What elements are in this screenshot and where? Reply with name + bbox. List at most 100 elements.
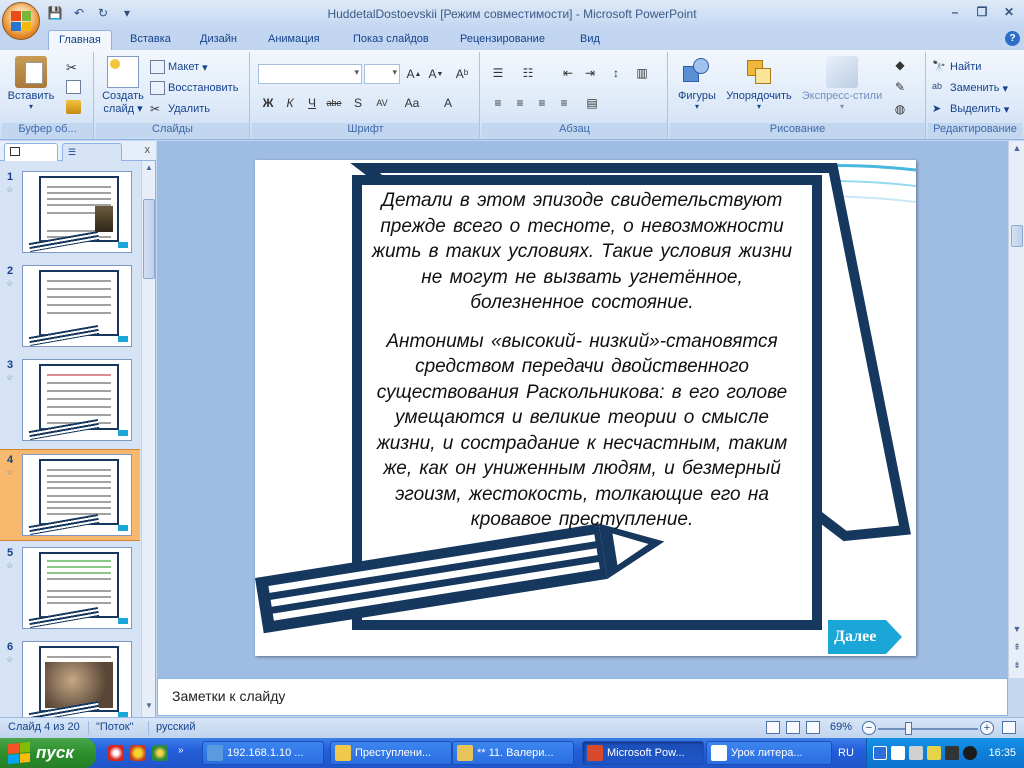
tray-display-icon[interactable]	[891, 746, 905, 760]
slide-body-text[interactable]: Детали в этом эпизоде свидетельствуют пр…	[367, 188, 797, 546]
slide-sorter-icon[interactable]	[786, 721, 800, 734]
scroll-up-icon[interactable]: ▲	[1010, 143, 1024, 157]
spacing-icon[interactable]: AV	[372, 94, 392, 112]
new-slide-button[interactable]: Создать слайд ▾	[98, 56, 148, 115]
find-button[interactable]: 🔭 Найти	[932, 58, 981, 76]
font-family-combo[interactable]	[258, 64, 362, 84]
columns-icon[interactable]: ▥	[632, 64, 652, 82]
minimize-icon[interactable]: –	[942, 3, 968, 21]
shadow-icon[interactable]: S	[348, 94, 368, 112]
slide-thumbnail[interactable]	[22, 547, 132, 629]
clear-format-icon[interactable]: Aᵇ	[452, 65, 472, 83]
slide-thumbnail-row[interactable]: 4 ☆	[0, 449, 140, 541]
increase-indent-icon[interactable]: ⇥	[580, 64, 600, 82]
zoom-out-icon[interactable]: −	[862, 721, 876, 735]
numbering-icon[interactable]: ☷	[518, 64, 538, 82]
delete-slide-button[interactable]: ✂ Удалить	[150, 100, 210, 118]
slide-thumbnail-row[interactable]: 3 ☆	[0, 355, 140, 447]
text-direction-icon[interactable]: ▤	[582, 94, 602, 112]
align-right-icon[interactable]: ≡	[532, 94, 552, 112]
slide-thumbnail-row[interactable]: 5 ☆	[0, 543, 140, 635]
tab-slideshow[interactable]: Показ слайдов	[343, 30, 439, 50]
decrease-indent-icon[interactable]: ⇤	[558, 64, 578, 82]
tab-home[interactable]: Главная	[48, 30, 112, 50]
keyboard-language[interactable]: RU	[838, 747, 854, 759]
shrink-font-icon[interactable]: A ▼	[426, 65, 446, 83]
next-slide-button[interactable]: Далее	[828, 620, 902, 654]
scroll-up-icon[interactable]: ▲	[143, 163, 155, 177]
tab-insert[interactable]: Вставка	[120, 30, 181, 50]
paste-button[interactable]: Вставить ▾	[6, 56, 56, 111]
cut-button[interactable]: ✂	[66, 58, 81, 76]
strikethrough-icon[interactable]: abe	[324, 94, 344, 112]
slide-thumbnail[interactable]	[22, 359, 132, 441]
quicklaunch-media-icon[interactable]	[130, 745, 146, 761]
slide-thumbnail[interactable]	[22, 641, 132, 723]
scroll-down-icon[interactable]: ▼	[143, 701, 155, 715]
slide-thumbnail[interactable]	[22, 454, 132, 536]
slide-scrollbar[interactable]: ▲ ▼ ⇞ ⇟	[1008, 141, 1024, 678]
align-left-icon[interactable]: ≡	[488, 94, 508, 112]
arrange-button[interactable]: Упорядочить ▾	[722, 56, 796, 111]
slide-thumbnail-row[interactable]: 2 ☆	[0, 261, 140, 353]
taskbar-item-powerpoint[interactable]: Microsoft Pow...	[582, 741, 704, 765]
taskbar-item-word[interactable]: Урок литера...	[706, 741, 832, 765]
help-icon[interactable]: ?	[1005, 31, 1020, 46]
copy-button[interactable]	[66, 78, 81, 96]
align-center-icon[interactable]: ≡	[510, 94, 530, 112]
tab-review[interactable]: Рецензирование	[450, 30, 555, 50]
normal-view-icon[interactable]	[766, 721, 780, 734]
quicklaunch-expand-icon[interactable]: »	[178, 745, 190, 761]
change-case-icon[interactable]: Aa	[402, 94, 422, 112]
taskbar-item-browser[interactable]: 192.168.1.10 ...	[202, 741, 324, 765]
close-pane-icon[interactable]: x	[145, 144, 151, 156]
quicklaunch-browser-icon[interactable]	[108, 745, 124, 761]
format-painter-button[interactable]	[66, 98, 81, 116]
office-button[interactable]	[2, 2, 40, 40]
slides-pane-scrollbar[interactable]: ▲ ▼	[141, 161, 155, 717]
line-spacing-icon[interactable]: ↕	[606, 64, 626, 82]
zoom-slider[interactable]	[878, 728, 978, 730]
scroll-thumb[interactable]	[143, 199, 155, 279]
font-size-combo[interactable]	[364, 64, 400, 84]
tray-app-icon[interactable]	[963, 746, 977, 760]
tab-animation[interactable]: Анимация	[258, 30, 330, 50]
layout-button[interactable]: Макет ▾	[150, 58, 208, 76]
reset-button[interactable]: Восстановить	[150, 79, 238, 97]
grow-font-icon[interactable]: A ▲	[404, 65, 424, 83]
fit-to-window-icon[interactable]	[1002, 721, 1016, 734]
slide-thumbnail[interactable]	[22, 265, 132, 347]
shape-effects-icon[interactable]: ◍	[890, 100, 910, 118]
bullets-icon[interactable]: ☰	[488, 64, 508, 82]
close-icon[interactable]: ✕	[996, 3, 1022, 21]
zoom-level[interactable]: 69%	[830, 721, 852, 733]
replace-button[interactable]: ab Заменить ▾	[932, 79, 1008, 97]
italic-icon[interactable]: К	[280, 94, 300, 112]
font-color-icon[interactable]: A	[438, 94, 458, 112]
scroll-down-icon[interactable]: ▼	[1010, 624, 1024, 638]
language-indicator[interactable]: русский	[156, 721, 195, 733]
shape-fill-icon[interactable]: ◆	[890, 56, 910, 74]
tab-outline[interactable]: ☰	[62, 143, 122, 161]
slide-scroll-thumb[interactable]	[1011, 225, 1023, 247]
slide-thumbnail[interactable]	[22, 171, 132, 253]
tray-bug-icon[interactable]	[945, 746, 959, 760]
justify-icon[interactable]: ≡	[554, 94, 574, 112]
tray-volume-icon[interactable]	[909, 746, 923, 760]
quick-styles-button[interactable]: Экспресс-стили ▾	[798, 56, 886, 111]
taskbar-item-document[interactable]: ** 11. Валери...	[452, 741, 574, 765]
notes-pane[interactable]: Заметки к слайду	[157, 678, 1008, 716]
tray-security-icon[interactable]	[927, 746, 941, 760]
slide-thumbnail-row[interactable]: 1 ☆	[0, 167, 140, 259]
zoom-in-icon[interactable]: +	[980, 721, 994, 735]
zoom-slider-knob[interactable]	[905, 722, 912, 735]
select-button[interactable]: ➤ Выделить ▾	[932, 100, 1009, 118]
start-button[interactable]: пуск	[0, 738, 96, 768]
tab-design[interactable]: Дизайн	[190, 30, 247, 50]
tray-network-icon[interactable]	[873, 746, 887, 760]
slide-thumbnail-row[interactable]: 6 ☆	[0, 637, 140, 729]
bold-icon[interactable]: Ж	[258, 94, 278, 112]
prev-slide-icon[interactable]: ⇞	[1010, 642, 1024, 656]
slide-canvas[interactable]: Детали в этом эпизоде свидетельствуют пр…	[255, 160, 916, 656]
slideshow-icon[interactable]	[806, 721, 820, 734]
